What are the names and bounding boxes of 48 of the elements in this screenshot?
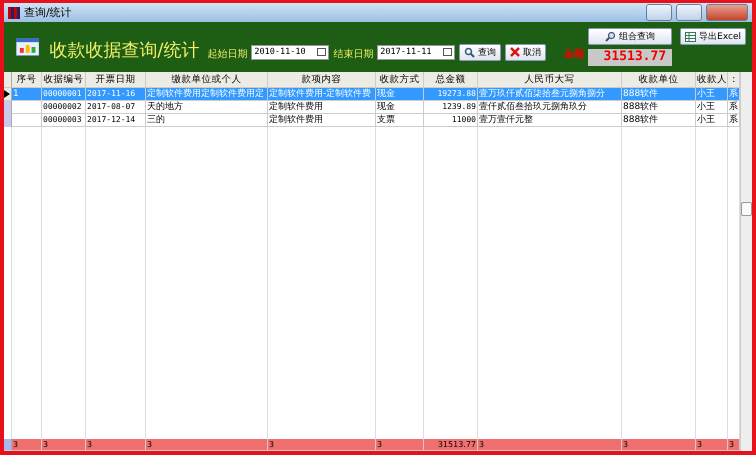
scrollbar[interactable] — [740, 72, 752, 451]
maximize-button[interactable] — [676, 4, 702, 21]
total-cell: 3 — [146, 439, 268, 451]
row-pointer-icon — [4, 90, 10, 98]
combined-query-button[interactable]: 组合查询 — [588, 28, 672, 45]
table-cell: 00000003 — [42, 114, 86, 127]
table-cell: 支票 — [376, 114, 424, 127]
page-title: 收款收据查询/统计 — [49, 39, 200, 62]
minimize-button[interactable] — [646, 4, 672, 21]
end-date-label: 结束日期 — [333, 48, 374, 61]
table-cell: 壹万壹仟元整 — [478, 114, 622, 127]
end-date-field[interactable]: 2017-11-11 — [377, 44, 456, 60]
table-cell: 888软件 — [622, 114, 696, 127]
total-cell: 3 — [376, 439, 424, 451]
cancel-button[interactable]: 取消 — [505, 44, 546, 60]
close-icon — [510, 47, 520, 57]
total-cell: 3 — [42, 439, 86, 451]
search-icon — [464, 46, 476, 58]
total-cell: 31513.77 — [424, 439, 478, 451]
start-date-field[interactable]: 2010-11-10 — [251, 44, 330, 60]
table-cell — [12, 114, 42, 127]
total-cell: 3 — [12, 439, 42, 451]
window-title: 查询/统计 — [24, 5, 73, 20]
table-icon — [685, 32, 696, 42]
table-cell: 小王 — [696, 114, 728, 127]
start-date-label: 起始日期 — [207, 48, 248, 61]
table-cell: 定制软件费用 — [268, 114, 376, 127]
calendar-icon — [317, 48, 326, 56]
total-cell: 3 — [268, 439, 376, 451]
app-icon — [8, 6, 20, 18]
calendar-icon — [443, 48, 452, 56]
export-excel-button[interactable]: 导出Excel — [680, 28, 746, 45]
row-header[interactable] — [4, 88, 12, 101]
chart-window-icon — [16, 38, 40, 56]
total-amount-display: 31513.77 — [588, 49, 672, 66]
row-header — [4, 439, 12, 451]
amount-label: 金额 — [564, 47, 584, 61]
total-cell: 3 — [478, 439, 622, 451]
total-cell: 3 — [86, 439, 146, 451]
query-button[interactable]: 查询 — [459, 44, 502, 60]
table-cell: 2017-12-14 — [86, 114, 146, 127]
search-icon — [605, 31, 616, 42]
total-cell: 3 — [622, 439, 696, 451]
total-cell: 3 — [696, 439, 728, 451]
close-button[interactable] — [706, 4, 748, 21]
table-cell: 三的 — [146, 114, 268, 127]
scroll-thumb[interactable] — [741, 202, 752, 216]
table-cell: 11000 — [424, 114, 478, 127]
